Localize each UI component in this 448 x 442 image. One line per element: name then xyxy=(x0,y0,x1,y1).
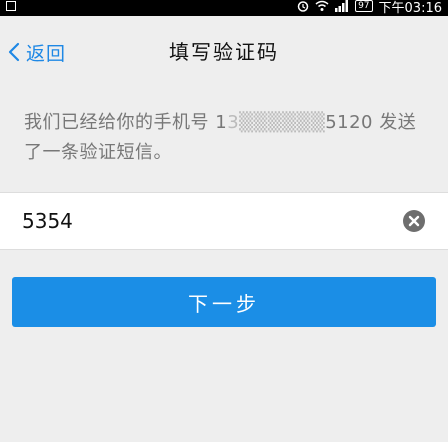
notification-icon xyxy=(6,1,16,11)
signal-icon xyxy=(335,0,349,12)
phone-first-digit: 1 xyxy=(215,112,228,133)
page-title: 填写验证码 xyxy=(169,40,279,64)
status-indicators: 97 下午03:16 xyxy=(297,0,442,16)
next-step-button[interactable]: 下一步 xyxy=(12,277,436,327)
clear-input-button[interactable] xyxy=(402,209,426,233)
battery-indicator: 97 xyxy=(355,0,373,12)
status-time: 下午03:16 xyxy=(378,0,442,16)
verification-code-input[interactable] xyxy=(22,203,362,239)
sms-sent-message: 我们已经给你的手机号 13▒▒▒▒▒▒5120 发送了一条验证短信。 xyxy=(24,108,429,168)
message-prefix: 我们已经给你的手机号 xyxy=(24,112,216,133)
clear-circle-icon xyxy=(403,210,425,232)
nav-bar: 返回 填写验证码 xyxy=(0,16,448,86)
wifi-icon xyxy=(315,0,329,12)
phone-last-digits: 5120 xyxy=(325,112,374,133)
alarm-icon xyxy=(297,0,309,12)
code-input-row xyxy=(0,192,448,250)
status-bar: 97 下午03:16 xyxy=(0,0,448,16)
phone-masked-digits: 3▒▒▒▒▒▒ xyxy=(227,112,326,133)
